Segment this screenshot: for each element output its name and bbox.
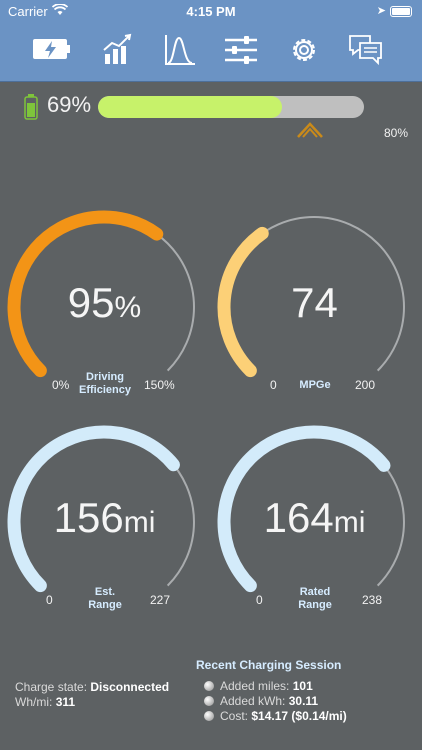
wh-per-mile-row: Wh/mi: 311 xyxy=(15,695,76,709)
status-bar: Carrier 4:15 PM ➤ xyxy=(0,0,422,22)
driving-efficiency-gauge: 95% 0% 150% Driving Efficiency xyxy=(2,205,207,415)
location-arrow-icon: ➤ xyxy=(376,5,386,17)
recent-session-title: Recent Charging Session xyxy=(196,658,342,672)
gear-icon[interactable] xyxy=(284,32,324,68)
sliders-icon[interactable] xyxy=(222,32,262,68)
bullet-icon xyxy=(204,711,214,721)
clock: 4:15 PM xyxy=(186,4,236,19)
recent-session-list: Added miles: 101 Added kWh: 30.11 Cost: … xyxy=(204,679,347,724)
gauge-label: Rated Range xyxy=(298,586,332,611)
gauge-max: 238 xyxy=(362,593,383,607)
battery-percent: 69% xyxy=(47,92,92,117)
top-toolbar xyxy=(0,22,422,82)
gauge-value: 164mi xyxy=(263,494,366,541)
charge-limit-marker-icon[interactable] xyxy=(296,120,324,138)
gauge-min: 0 xyxy=(256,593,263,607)
battery-charging-icon[interactable] xyxy=(32,32,72,68)
gauge-max: 150% xyxy=(144,378,175,392)
battery-level-row: 69% 80% xyxy=(0,90,422,140)
gauge-value: 95% xyxy=(67,279,142,326)
status-battery-icon xyxy=(390,6,412,17)
charge-limit-label: 80% xyxy=(384,126,409,140)
gauge-label: Est. Range xyxy=(88,586,122,611)
session-added-miles: Added miles: 101 xyxy=(204,679,347,694)
gauge-value: 74 xyxy=(291,279,338,326)
session-cost: Cost: $14.17 ($0.14/mi) xyxy=(204,709,347,724)
distribution-curve-icon[interactable] xyxy=(160,32,200,68)
charge-info: Charge state: Disconnected Wh/mi: 311 xyxy=(15,680,169,710)
mpge-gauge: 74 0 200 MPGe xyxy=(212,205,417,415)
gauge-min: 0 xyxy=(46,593,53,607)
chat-bubbles-icon[interactable] xyxy=(346,32,386,68)
est-range-gauge: 156mi 0 227 Est. Range xyxy=(2,420,207,630)
battery-level-icon xyxy=(24,94,38,120)
gauge-max: 200 xyxy=(355,378,376,392)
gauge-value: 156mi xyxy=(53,494,156,541)
battery-progress-bar xyxy=(98,96,364,118)
gauge-label: MPGe xyxy=(299,379,331,391)
session-added-kwh: Added kWh: 30.11 xyxy=(204,694,347,709)
gauge-max: 227 xyxy=(150,593,171,607)
bullet-icon xyxy=(204,681,214,691)
bar-chart-icon[interactable] xyxy=(98,32,138,68)
bullet-icon xyxy=(204,696,214,706)
rated-range-gauge: 164mi 0 238 Rated Range xyxy=(212,420,417,630)
charge-state-row: Charge state: Disconnected xyxy=(15,680,170,694)
battery-progress-fill xyxy=(98,96,282,118)
gauge-label: Driving Efficiency xyxy=(79,371,131,396)
